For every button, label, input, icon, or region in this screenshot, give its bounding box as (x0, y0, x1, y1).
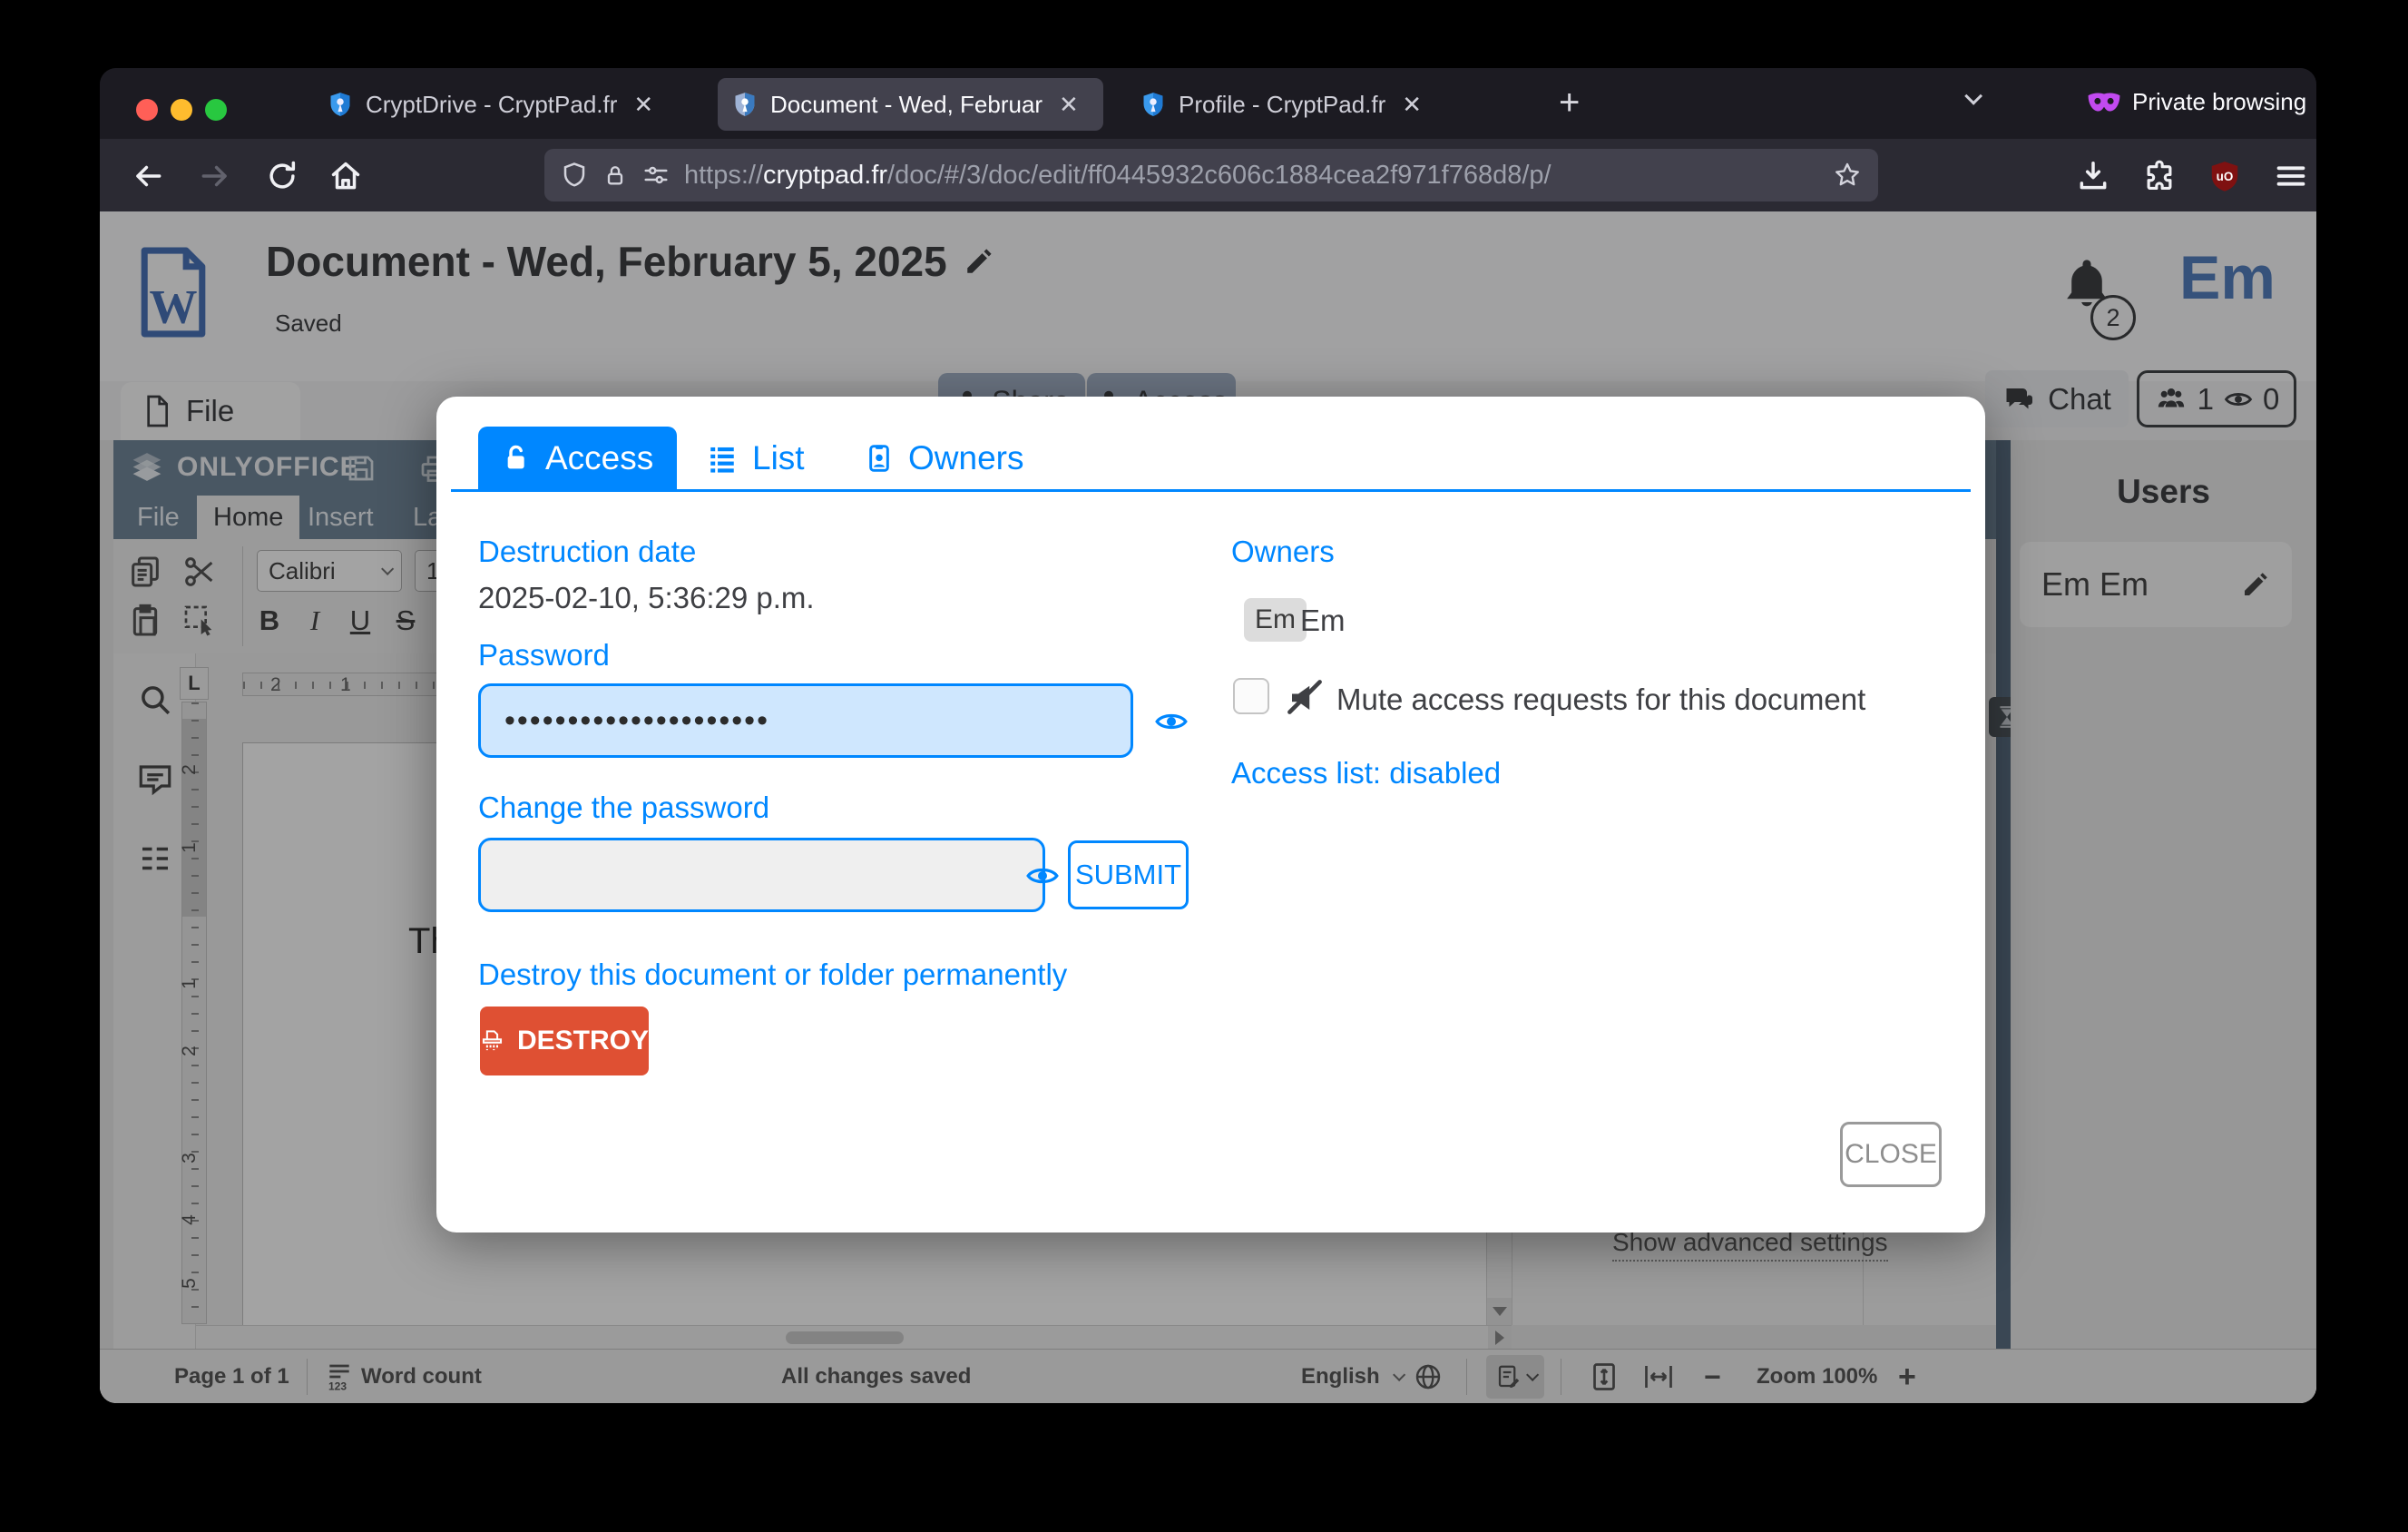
cryptpad-favicon (732, 92, 758, 117)
password-masked-value: ••••••••••••••••••••• (504, 703, 769, 739)
unlock-icon (502, 444, 531, 473)
password-label: Password (478, 638, 610, 673)
back-icon[interactable] (131, 159, 165, 193)
lock-icon[interactable] (602, 162, 628, 188)
tab-cryptdrive[interactable]: CryptDrive - CryptPad.fr ✕ (313, 78, 699, 131)
ublock-text: uO (2217, 170, 2234, 183)
forward-icon[interactable] (198, 159, 232, 193)
tab-title: CryptDrive - CryptPad.fr (366, 91, 617, 119)
new-tab-button[interactable]: + (1559, 84, 1580, 121)
cryptpad-favicon (328, 92, 353, 117)
close-button[interactable]: CLOSE (1840, 1122, 1942, 1187)
new-password-input[interactable] (478, 838, 1045, 912)
navigation-bar: https://cryptpad.fr/doc/#/3/doc/edit/ff0… (100, 139, 2316, 212)
mute-icon (1286, 678, 1324, 716)
download-icon[interactable] (2076, 159, 2110, 193)
cryptpad-favicon (1140, 92, 1166, 117)
show-new-password-eye-icon[interactable] (1024, 858, 1061, 894)
tab-underline (451, 489, 1971, 492)
tab-close-icon[interactable]: ✕ (1402, 91, 1422, 119)
private-browsing-badge: Private browsing (2087, 88, 2306, 116)
mute-checkbox[interactable] (1233, 678, 1269, 714)
tab-title: Document - Wed, February 5, 2025 (770, 91, 1042, 119)
tab-profile[interactable]: Profile - CryptPad.fr ✕ (1126, 78, 1512, 131)
destruction-date-value: 2025-02-10, 5:36:29 p.m. (478, 581, 815, 615)
tab-close-icon[interactable]: ✕ (1059, 91, 1079, 119)
modal-tab-list[interactable]: List (683, 427, 828, 489)
destroy-label: Destroy this document or folder permanen… (478, 958, 1067, 992)
access-modal: Access List Owners Destruction date 2025… (436, 397, 1985, 1232)
id-badge-icon (865, 443, 894, 474)
tab-title: Profile - CryptPad.fr (1179, 91, 1385, 119)
extensions-puzzle-icon[interactable] (2142, 159, 2177, 193)
tracking-shield-icon[interactable] (561, 162, 588, 189)
url-scheme: https:// (684, 161, 763, 190)
mute-label: Mute access requests for this document (1336, 683, 1865, 717)
bookmark-star-icon[interactable] (1833, 161, 1862, 190)
destroy-button[interactable]: DESTROY (480, 1007, 649, 1075)
show-password-eye-icon[interactable] (1153, 703, 1189, 740)
browser-window: CryptDrive - CryptPad.fr ✕ Document - We… (100, 68, 2316, 1403)
password-input[interactable]: ••••••••••••••••••••• (478, 683, 1133, 758)
owners-label: Owners (1231, 535, 1335, 569)
access-list-status: Access list: disabled (1231, 756, 1501, 791)
destruction-date-label: Destruction date (478, 535, 696, 569)
traffic-light-minimize[interactable] (171, 99, 192, 121)
cryptpad-page: W Document - Wed, February 5, 2025 Saved… (100, 211, 2316, 1403)
ublock-icon[interactable]: uO (2207, 159, 2242, 193)
traffic-light-zoom[interactable] (205, 99, 227, 121)
url-path: /doc/#/3/doc/edit/ff0445932c606c1884cea2… (887, 161, 1551, 190)
shredder-icon (480, 1026, 504, 1056)
tab-document-active[interactable]: Document - Wed, February 5, 2025 ✕ (718, 78, 1103, 131)
private-mask-icon (2087, 91, 2121, 114)
list-icon (707, 443, 738, 474)
menu-hamburger-icon[interactable] (2274, 159, 2308, 193)
tab-bar: CryptDrive - CryptPad.fr ✕ Document - We… (100, 68, 2316, 139)
change-password-label: Change the password (478, 791, 769, 825)
tab-list-chevron-icon[interactable] (1965, 92, 1978, 109)
screenshot-root: CryptDrive - CryptPad.fr ✕ Document - We… (0, 0, 2408, 1532)
traffic-light-close[interactable] (136, 99, 158, 121)
url-text[interactable]: https://cryptpad.fr/doc/#/3/doc/edit/ff0… (684, 161, 1551, 191)
url-host: cryptpad.fr (763, 161, 887, 190)
owner-badge: Em (1244, 598, 1307, 642)
modal-tab-access[interactable]: Access (478, 427, 677, 489)
submit-button[interactable]: SUBMIT (1068, 840, 1189, 909)
reload-icon[interactable] (265, 159, 299, 193)
owner-name: Em (1300, 604, 1346, 638)
tab-close-icon[interactable]: ✕ (633, 91, 653, 119)
home-icon[interactable] (328, 159, 363, 193)
private-browsing-label: Private browsing (2132, 88, 2306, 116)
permissions-icon[interactable] (642, 162, 670, 189)
modal-tab-owners[interactable]: Owners (841, 427, 1047, 489)
url-bar[interactable]: https://cryptpad.fr/doc/#/3/doc/edit/ff0… (544, 149, 1878, 201)
